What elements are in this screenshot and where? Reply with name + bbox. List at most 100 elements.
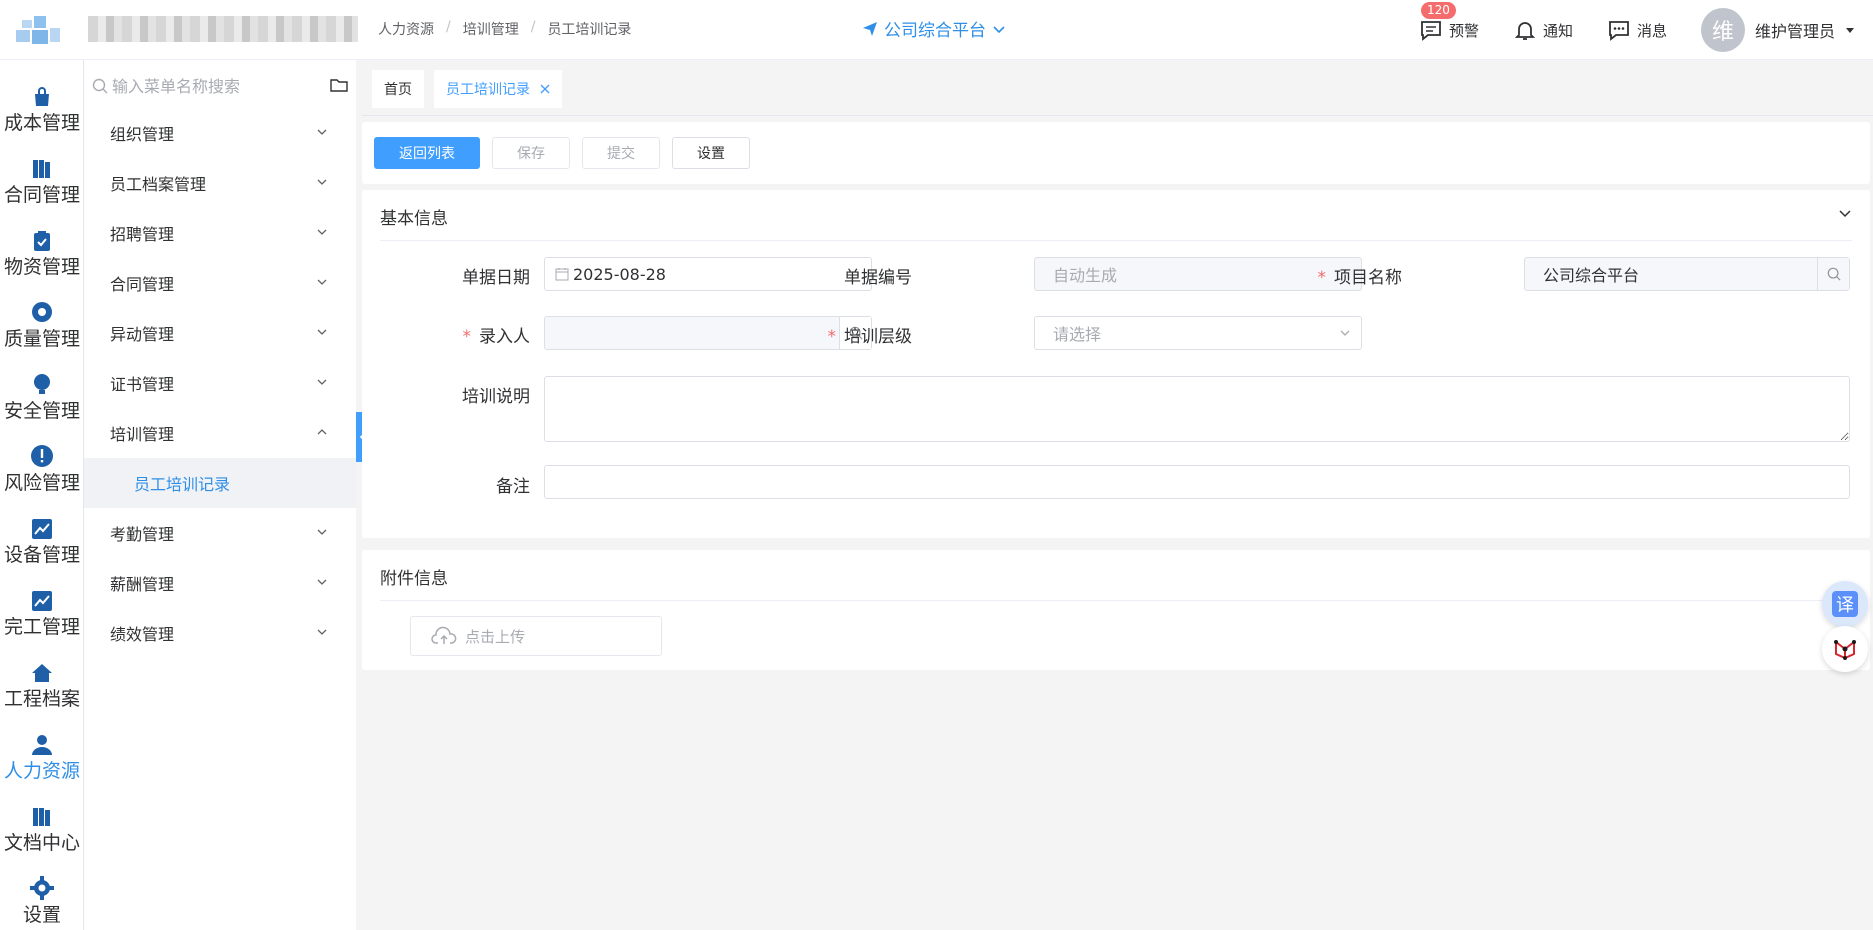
rail-item-material[interactable]: 物资管理 — [0, 224, 84, 279]
upload-button[interactable]: 点击上传 — [410, 616, 662, 656]
rail-item-safety[interactable]: 安全管理 — [0, 368, 84, 423]
training-desc-textarea[interactable] — [544, 376, 1850, 442]
close-icon[interactable] — [540, 84, 550, 94]
attachment-card: 附件信息 点击上传 — [362, 550, 1870, 670]
rail-label: 人力资源 — [3, 760, 80, 782]
user-menu[interactable]: 维 维护管理员 — [1700, 8, 1855, 52]
rail-item-equipment[interactable]: 设备管理 — [0, 512, 84, 567]
tab-label: 员工培训记录 — [446, 82, 530, 98]
network-icon — [1834, 640, 1856, 660]
action-toolbar: 返回列表 保存 提交 设置 — [362, 122, 1870, 184]
caret-down-icon — [1846, 28, 1854, 33]
project-value: 公司综合平台 — [1543, 266, 1640, 285]
project-field[interactable]: 公司综合平台 — [1524, 257, 1850, 291]
menu-item-training[interactable]: 培训管理 — [84, 408, 356, 458]
rail-label: 文档中心 — [3, 832, 80, 854]
bell-icon — [1514, 22, 1536, 40]
cloud-upload-icon — [431, 626, 457, 644]
menu-item-org[interactable]: 组织管理 — [84, 108, 356, 158]
lightbulb-icon — [34, 374, 50, 394]
search-icon — [92, 78, 108, 94]
training-level-placeholder: 请选择 — [1053, 325, 1102, 344]
menu-search — [92, 70, 348, 102]
project-search-button[interactable] — [1817, 258, 1849, 290]
settings-button[interactable]: 设置 — [672, 137, 750, 169]
page-tabs: 首页 员工培训记录 — [362, 60, 1873, 116]
messages-button[interactable]: 消息 — [1607, 18, 1667, 42]
chevron-down-icon — [317, 329, 327, 335]
rail-item-archive[interactable]: 工程档案 — [0, 656, 84, 711]
save-button[interactable]: 保存 — [492, 137, 570, 169]
lifebuoy-icon — [32, 302, 52, 322]
date-value: 2025-08-28 — [573, 264, 666, 284]
translate-icon: 译 — [1832, 591, 1858, 617]
rail-item-completion[interactable]: 完工管理 — [0, 584, 84, 639]
divider — [380, 240, 1852, 241]
menu-item-training-record[interactable]: 员工培训记录 — [84, 458, 356, 508]
entry-person-label: * 录入人 — [462, 327, 531, 347]
submit-button[interactable]: 提交 — [582, 137, 660, 169]
rail-item-cost[interactable]: 成本管理 — [0, 80, 84, 135]
user-icon — [32, 735, 52, 755]
alerts-label: 预警 — [1448, 21, 1479, 40]
breadcrumb-item-training[interactable]: 培训管理 — [463, 19, 519, 39]
note-label: 备注 — [496, 477, 530, 497]
breadcrumb-separator: / — [530, 19, 536, 35]
tab-training-record[interactable]: 员工培训记录 — [434, 70, 562, 108]
training-level-label: * 培训层级 — [827, 327, 913, 347]
rail-item-settings[interactable]: 设置 — [0, 872, 84, 927]
rail-label: 设备管理 — [3, 544, 80, 566]
shopping-bag-icon — [35, 87, 49, 106]
rail-item-contract[interactable]: 合同管理 — [0, 152, 84, 207]
menu-item-contract[interactable]: 合同管理 — [84, 258, 356, 308]
training-level-select[interactable]: 请选择 — [1034, 316, 1362, 350]
rail-item-quality[interactable]: 质量管理 — [0, 296, 84, 351]
rail-label: 合同管理 — [3, 184, 80, 206]
assistant-widget[interactable] — [1822, 626, 1868, 672]
platform-selector[interactable]: 公司综合平台 — [862, 16, 1006, 41]
menu-item-attendance[interactable]: 考勤管理 — [84, 508, 356, 558]
chevron-up-icon — [317, 429, 327, 435]
menu-item-label: 员工培训记录 — [134, 475, 231, 494]
chevron-down-icon — [317, 279, 327, 285]
menu-item-transfer[interactable]: 异动管理 — [84, 308, 356, 358]
menu-item-label: 合同管理 — [110, 275, 175, 294]
upload-label: 点击上传 — [465, 627, 526, 646]
rail-item-hr[interactable]: 人力资源 — [0, 728, 84, 783]
books-icon — [33, 808, 50, 826]
messages-label: 消息 — [1636, 21, 1667, 40]
rail-item-docs[interactable]: 文档中心 — [0, 800, 84, 855]
code-placeholder: 自动生成 — [1053, 266, 1118, 285]
breadcrumb: 人力资源 / 培训管理 / 员工培训记录 — [378, 19, 631, 39]
menu-item-recruit[interactable]: 招聘管理 — [84, 208, 356, 258]
notify-button[interactable]: 通知 — [1513, 18, 1573, 42]
alerts-button[interactable]: 120 预警 — [1419, 2, 1479, 42]
menu-item-label: 培训管理 — [110, 425, 175, 444]
translate-widget[interactable]: 译 — [1822, 581, 1868, 627]
send-icon — [863, 21, 877, 36]
rail-label: 工程档案 — [3, 688, 80, 710]
menu-item-label: 异动管理 — [110, 325, 175, 344]
menu-search-input[interactable] — [112, 76, 312, 96]
menu-item-label: 薪酬管理 — [110, 575, 175, 594]
tab-home[interactable]: 首页 — [372, 70, 424, 108]
rail-item-risk[interactable]: 风险管理 — [0, 440, 84, 495]
sub-menu-panel: 组织管理 员工档案管理 招聘管理 合同管理 异动管理 证书管理 培训管理 员工培… — [84, 60, 356, 930]
divider — [380, 600, 1852, 601]
alerts-count-badge: 120 — [1420, 2, 1456, 19]
chevron-down-icon — [317, 379, 327, 385]
menu-item-certificate[interactable]: 证书管理 — [84, 358, 356, 408]
folder-icon[interactable] — [330, 76, 348, 94]
menu-item-employee-file[interactable]: 员工档案管理 — [84, 158, 356, 208]
avatar: 维 — [1700, 8, 1745, 52]
breadcrumb-separator: / — [446, 19, 451, 35]
breadcrumb-item-hr[interactable]: 人力资源 — [378, 19, 434, 39]
menu-item-performance[interactable]: 绩效管理 — [84, 608, 356, 658]
rail-label: 设置 — [22, 904, 61, 926]
back-to-list-button[interactable]: 返回列表 — [374, 137, 480, 169]
note-input[interactable] — [544, 465, 1850, 499]
chevron-down-icon[interactable] — [1838, 206, 1852, 220]
section-title: 基本信息 — [380, 209, 448, 229]
menu-item-salary[interactable]: 薪酬管理 — [84, 558, 356, 608]
breadcrumb-item-record: 员工培训记录 — [547, 22, 632, 38]
